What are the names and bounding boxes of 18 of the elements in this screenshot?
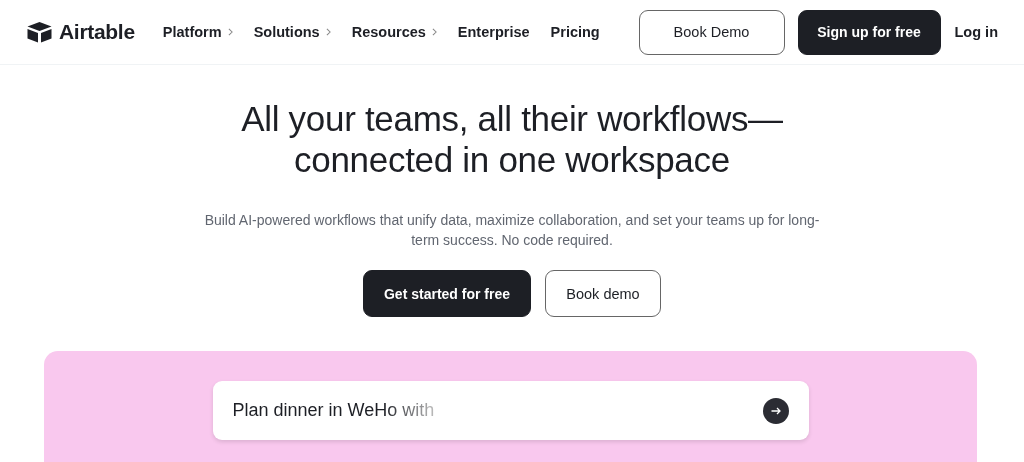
hero-heading: All your teams, all their workflows— connected in one workspace: [241, 98, 783, 180]
brand-name: Airtable: [59, 20, 135, 44]
get-started-button[interactable]: Get started for free: [363, 270, 531, 317]
nav-link[interactable]: Pricing: [550, 24, 600, 40]
book-demo-button[interactable]: Book Demo: [638, 9, 785, 55]
hero-subtitle: Build AI-powered workflows that unify data, maximize collaboration, and set your teams up for long-term success. No code required.: [203, 211, 821, 250]
nav-link[interactable]: Solutions: [253, 24, 331, 40]
chevron-icon: [325, 28, 331, 36]
login-link[interactable]: Log in: [954, 24, 998, 40]
sign-up-button[interactable]: Sign up for free: [797, 9, 941, 55]
book-demo-button[interactable]: Book demo: [545, 270, 661, 317]
cube-logo-icon: [26, 21, 53, 43]
nav-link[interactable]: Enterprise: [457, 24, 530, 40]
chevron-icon: [431, 28, 437, 36]
chevron-icon: [227, 28, 233, 36]
nav-link[interactable]: Resources: [351, 24, 437, 40]
nav-link[interactable]: Platform: [162, 24, 233, 40]
prompt-field[interactable]: Plan dinner in WeHo with: [212, 381, 809, 440]
